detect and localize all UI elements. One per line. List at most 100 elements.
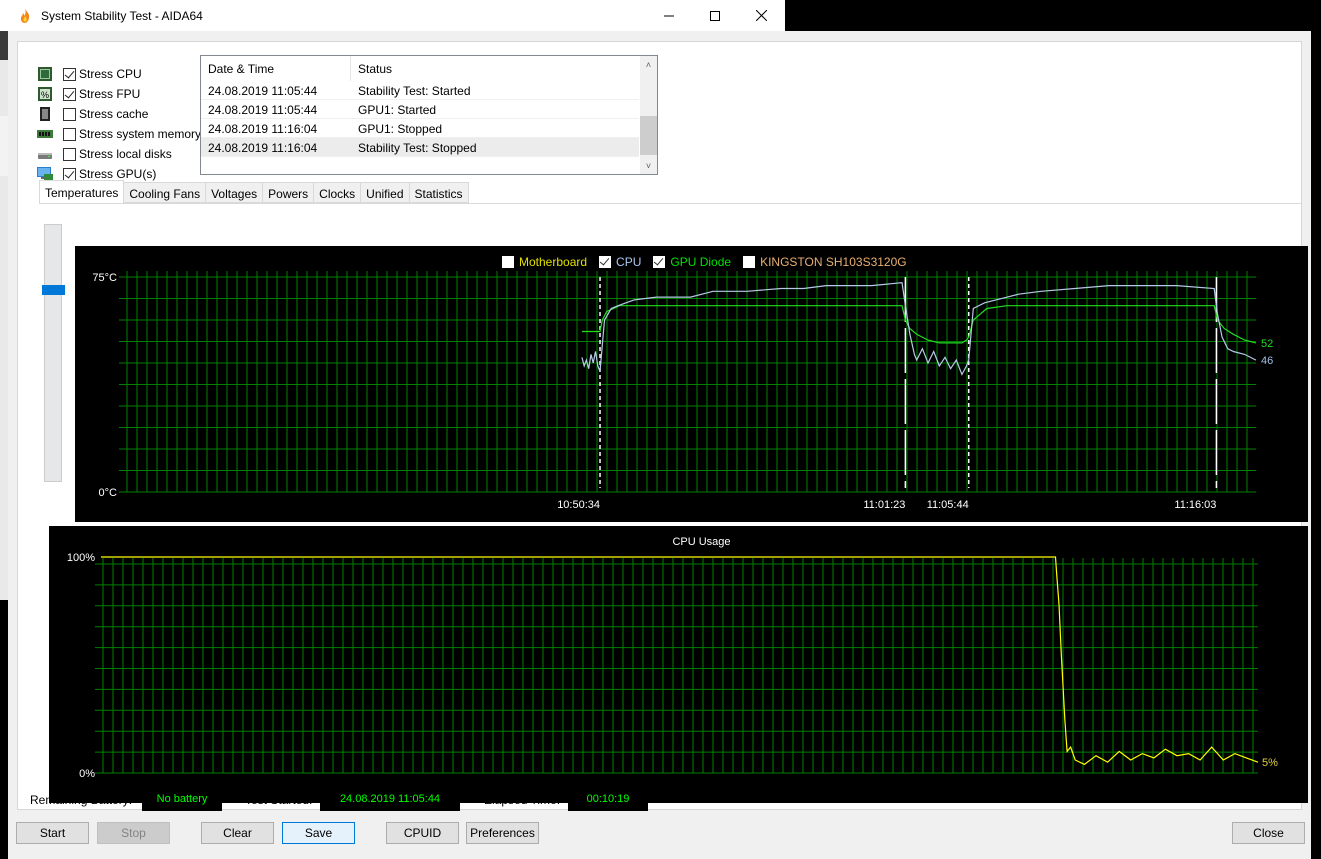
svg-text:%: %: [41, 90, 49, 100]
tab-temperatures[interactable]: Temperatures: [39, 180, 125, 203]
stress-checkbox[interactable]: [63, 67, 76, 81]
stress-option[interactable]: Stress cache: [37, 104, 201, 124]
scrollbar-thumb[interactable]: [640, 116, 657, 155]
main-panel: Stress CPU% Stress FPU Stress cache Stress …: [17, 41, 1308, 813]
maximize-icon: [710, 10, 720, 21]
legend-item[interactable]: CPU: [599, 255, 641, 269]
test-started-value: 24.08.2019 11:05:44: [320, 787, 460, 811]
log-header: Date & Time Status: [201, 56, 639, 81]
minimize-icon: [664, 15, 674, 16]
stress-checkbox[interactable]: [63, 147, 76, 161]
scroll-up-icon[interactable]: ˄: [640, 56, 657, 73]
column-header-datetime[interactable]: Date & Time: [201, 56, 351, 81]
stress-checkbox[interactable]: [63, 167, 76, 181]
maximize-button[interactable]: [692, 0, 738, 31]
column-header-status[interactable]: Status: [351, 56, 392, 81]
cpu-usage-plot: CPU Usage 100% 0% 5%: [67, 536, 1278, 780]
log-datetime: 24.08.2019 11:05:44: [208, 103, 318, 117]
close-button[interactable]: Close: [1232, 822, 1305, 844]
title-bar[interactable]: System Stability Test - AIDA64: [0, 0, 785, 31]
chart-title: CPU Usage: [672, 536, 730, 548]
time-marker-label: 11:01:23: [863, 499, 905, 511]
temperature-legend: Motherboard CPU GPU Diode KINGSTON SH103S31…: [502, 255, 919, 269]
stress-option-label[interactable]: Stress GPU(s): [79, 167, 156, 181]
legend-checkbox[interactable]: [502, 256, 514, 268]
log-scrollbar[interactable]: ˄ ˅: [640, 56, 657, 174]
log-row[interactable]: 24.08.2019 11:16:04 Stability Test: Stopp…: [201, 138, 639, 157]
clear-button[interactable]: Clear: [201, 822, 274, 844]
tab-clocks[interactable]: Clocks: [314, 182, 362, 203]
series-line-cpu: [581, 282, 1257, 376]
minimize-button[interactable]: [646, 0, 692, 31]
stress-option[interactable]: Stress local disks: [37, 144, 201, 164]
elapsed-time-value: 00:10:19: [568, 787, 648, 811]
legend-label: Motherboard: [519, 255, 588, 269]
time-marker-label: 11:16:03: [1174, 499, 1216, 511]
legend-label: GPU Diode: [670, 255, 732, 269]
stress-options: Stress CPU% Stress FPU Stress cache Stress …: [37, 64, 201, 184]
event-log-table[interactable]: Date & Time Status 24.08.2019 11:05:44 St…: [200, 55, 658, 175]
stress-option-label[interactable]: Stress system memory: [79, 127, 201, 141]
preferences-button[interactable]: Preferences: [466, 822, 539, 844]
log-row[interactable]: 24.08.2019 11:05:44 Stability Test: Start…: [201, 81, 639, 100]
hard-disk-icon: [38, 153, 52, 159]
tab-cooling-fans[interactable]: Cooling Fans: [124, 182, 207, 203]
stress-checkbox[interactable]: [63, 127, 76, 141]
log-row[interactable]: 24.08.2019 11:05:44 GPU1: Started: [201, 100, 639, 119]
memory-module-icon: [37, 130, 53, 138]
log-status: GPU1: Stopped: [358, 122, 443, 136]
tab-voltages[interactable]: Voltages: [206, 182, 264, 203]
scroll-down-icon[interactable]: ˅: [640, 157, 657, 174]
chart-scale-slider[interactable]: [42, 224, 65, 482]
stress-option[interactable]: Stress system memory: [37, 124, 201, 144]
legend-item[interactable]: GPU Diode: [653, 255, 731, 269]
flame-icon: [20, 8, 30, 23]
legend-item[interactable]: KINGSTON SH103S3120G: [743, 255, 907, 269]
tab-unified[interactable]: Unified: [361, 182, 410, 203]
time-marker-label: 11:05:44: [927, 499, 969, 511]
start-button[interactable]: Start: [16, 822, 89, 844]
stress-option-label[interactable]: Stress CPU: [79, 67, 142, 81]
stress-option-label[interactable]: Stress cache: [79, 107, 148, 121]
stop-button[interactable]: Stop: [97, 822, 170, 844]
tab-statistics[interactable]: Statistics: [409, 182, 469, 203]
window-title: System Stability Test - AIDA64: [41, 8, 203, 23]
temperature-chart: Motherboard CPU GPU Diode KINGSTON SH103S31…: [75, 246, 1308, 522]
sensor-tabs: Temperatures Cooling Fans Voltages Powers Cl…: [39, 180, 469, 203]
series-end-label: 52: [1261, 338, 1273, 350]
stress-option-label[interactable]: Stress local disks: [79, 147, 172, 161]
grid: [119, 271, 1256, 493]
log-status: Stability Test: Started: [358, 84, 471, 98]
legend-checkbox[interactable]: [653, 256, 666, 268]
battery-label: Remaining Battery:: [30, 793, 133, 807]
stress-option[interactable]: Stress CPU: [37, 64, 201, 84]
series-line-gpu-diode: [581, 305, 1257, 344]
time-marker-label: 10:50:34: [557, 499, 600, 511]
series-end-label: 5%: [1262, 757, 1278, 769]
legend-checkbox[interactable]: [599, 256, 612, 268]
legend-item[interactable]: Motherboard: [502, 255, 587, 269]
stress-option-label[interactable]: Stress FPU: [79, 87, 140, 101]
elapsed-time-label: Elapsed Time:: [484, 793, 561, 807]
cache-chip-icon: [40, 107, 50, 121]
series-line-cpu-usage: [101, 556, 1259, 766]
cpu-chip-icon: [38, 67, 52, 81]
legend-label: KINGSTON SH103S3120G: [760, 255, 907, 269]
save-button[interactable]: Save: [282, 822, 355, 844]
legend-checkbox[interactable]: [743, 256, 756, 268]
status-row: Remaining Battery: No battery Test Start…: [18, 787, 1303, 813]
cpu-usage-chart: CPU Usage 100% 0% 5%: [49, 526, 1308, 803]
cpuid-button[interactable]: CPUID: [386, 822, 459, 844]
tab-powers[interactable]: Powers: [263, 182, 315, 203]
slider-thumb[interactable]: [42, 285, 65, 295]
log-row[interactable]: 24.08.2019 11:16:04 GPU1: Stopped: [201, 119, 639, 138]
y-axis-label-min: 0%: [79, 768, 95, 780]
stability-test-window: Stress CPU% Stress FPU Stress cache Stress …: [8, 31, 1311, 859]
close-window-button[interactable]: [738, 0, 784, 31]
temperature-plot: 75°C 0°C 10:50:34 11:01:23 11:05:44 11:16:03 5…: [92, 271, 1273, 511]
stress-checkbox[interactable]: [63, 107, 76, 121]
log-status: GPU1: Started: [358, 103, 437, 117]
close-icon: [755, 10, 767, 21]
stress-checkbox[interactable]: [63, 87, 76, 101]
stress-option[interactable]: % Stress FPU: [37, 84, 201, 104]
